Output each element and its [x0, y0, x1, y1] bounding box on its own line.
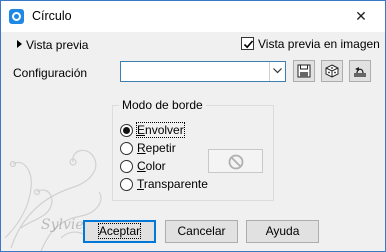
- randomize-dice-icon: [325, 64, 339, 78]
- dropdown-arrow-button[interactable]: [269, 62, 285, 81]
- border-mode-title: Modo de borde: [119, 98, 206, 112]
- radio-button[interactable]: [120, 124, 133, 137]
- radio-button[interactable]: [120, 142, 133, 155]
- reset-button[interactable]: [349, 60, 371, 82]
- dialog-window: Círculo ✕ Sylvie Vista previa Vista prev…: [0, 0, 386, 252]
- config-label: Configuración: [13, 66, 88, 80]
- expand-arrow-icon: [17, 40, 22, 48]
- save-preset-button[interactable]: [293, 60, 315, 82]
- radio-button[interactable]: [120, 160, 133, 173]
- circle-app-icon: [9, 9, 24, 24]
- radio-label: Envolver: [136, 122, 185, 138]
- signature-watermark: Sylvie: [41, 217, 84, 233]
- image-preview-label: Vista previa en imagen: [258, 37, 380, 51]
- cancel-button[interactable]: Cancelar: [165, 220, 238, 243]
- checkmark-icon: [243, 40, 254, 49]
- window-title: Círculo: [32, 9, 72, 23]
- radio-label: Repetir: [137, 141, 176, 155]
- dialog-body: Sylvie Vista previa Vista previa en imag…: [1, 32, 385, 251]
- save-icon: [297, 64, 311, 78]
- checkbox[interactable]: [241, 37, 254, 50]
- ok-button-label: Aceptar: [97, 223, 142, 239]
- radio-button[interactable]: [120, 178, 133, 191]
- close-button[interactable]: ✕: [343, 4, 379, 29]
- config-dropdown[interactable]: [120, 61, 286, 82]
- radio-label: Transparente: [137, 177, 208, 191]
- color-swatch-disabled[interactable]: [208, 149, 263, 173]
- preview-toggle-label: Vista previa: [26, 38, 89, 52]
- ok-button[interactable]: Aceptar: [83, 220, 156, 243]
- radio-label: Color: [137, 159, 166, 173]
- reset-icon: [354, 67, 366, 77]
- randomize-button[interactable]: [321, 60, 343, 82]
- title-bar[interactable]: Círculo ✕: [1, 1, 385, 32]
- chevron-down-icon: [273, 68, 282, 74]
- prohibited-icon: [228, 154, 244, 170]
- help-button[interactable]: Ayuda: [246, 220, 319, 243]
